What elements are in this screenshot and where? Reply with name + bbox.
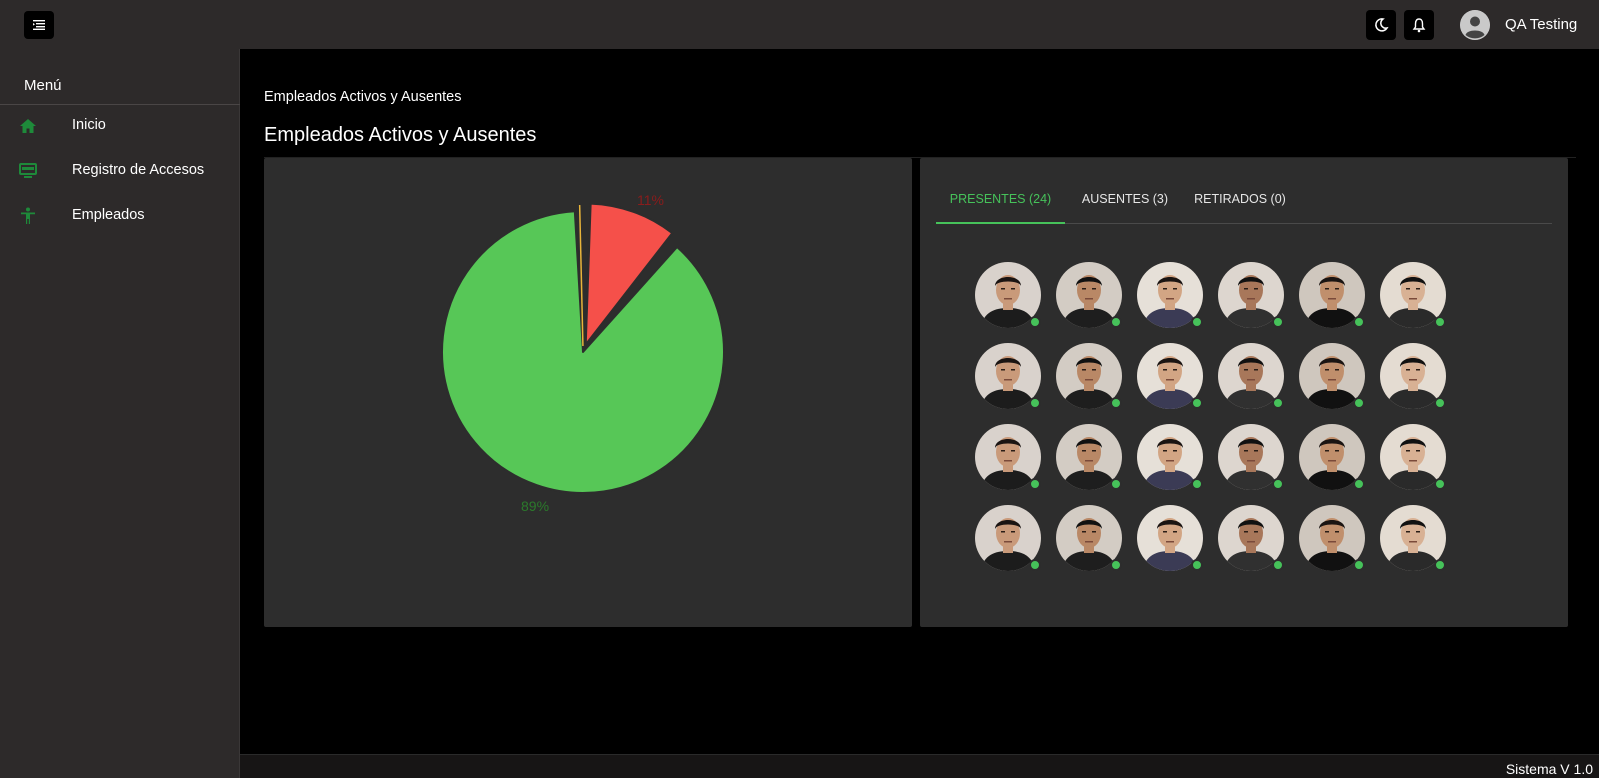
sidebar-title: Menú (24, 77, 62, 94)
employee-avatar[interactable] (1218, 505, 1284, 571)
online-status-indicator (1434, 316, 1446, 328)
employee-avatar[interactable] (1056, 343, 1122, 409)
employee-avatar[interactable] (975, 424, 1041, 490)
online-status-indicator (1029, 397, 1041, 409)
sidebar: Menú Inicio Registro de Accesos Empleado… (0, 49, 240, 778)
tab-ausentes[interactable]: AUSENTES (3) (1073, 180, 1177, 224)
online-status-indicator (1110, 397, 1122, 409)
employee-avatar[interactable] (1299, 424, 1365, 490)
employee-avatar[interactable] (1380, 424, 1446, 490)
moon-icon (1375, 18, 1389, 32)
employee-avatar[interactable] (1137, 424, 1203, 490)
online-status-indicator (1191, 397, 1203, 409)
employee-avatar[interactable] (1137, 505, 1203, 571)
employee-avatar[interactable] (1056, 424, 1122, 490)
online-status-indicator (1029, 559, 1041, 571)
employee-avatar[interactable] (975, 505, 1041, 571)
monitor-icon (19, 163, 37, 178)
top-bar: QA Testing (0, 0, 1599, 49)
page-title: Empleados Activos y Ausentes (264, 124, 537, 146)
tab-presentes[interactable]: PRESENTES (24) (936, 180, 1065, 224)
sidebar-item-label: Registro de Accesos (72, 162, 205, 178)
online-status-indicator (1353, 559, 1365, 571)
status-tabs: PRESENTES (24) AUSENTES (3) RETIRADOS (0… (936, 180, 1552, 224)
dark-mode-toggle-button[interactable] (1366, 10, 1396, 40)
version-label: Sistema V 1.0 (1505, 761, 1593, 777)
online-status-indicator (1272, 478, 1284, 490)
online-status-indicator (1110, 316, 1122, 328)
attendance-chart-panel: 11% 89% (264, 158, 912, 627)
employee-avatar[interactable] (1056, 505, 1122, 571)
sidebar-item-empleados[interactable]: Empleados (0, 196, 240, 236)
online-status-indicator (1191, 559, 1203, 571)
employee-avatar[interactable] (1218, 343, 1284, 409)
employee-avatar[interactable] (1299, 505, 1365, 571)
person-icon (21, 207, 35, 224)
breadcrumb: Empleados Activos y Ausentes (264, 89, 462, 105)
notifications-button[interactable] (1404, 10, 1434, 40)
employee-avatar[interactable] (1380, 505, 1446, 571)
online-status-indicator (1353, 478, 1365, 490)
bell-icon (1412, 18, 1426, 33)
employee-avatar[interactable] (1056, 262, 1122, 328)
online-status-indicator (1272, 397, 1284, 409)
pie-slice-presentes[interactable] (441, 210, 725, 494)
online-status-indicator (1029, 478, 1041, 490)
online-status-indicator (1191, 316, 1203, 328)
online-status-indicator (1110, 478, 1122, 490)
employee-avatar[interactable] (1299, 262, 1365, 328)
sidebar-divider (0, 104, 240, 105)
online-status-indicator (1434, 559, 1446, 571)
footer: Sistema V 1.0 (240, 754, 1599, 778)
employee-avatar[interactable] (1137, 343, 1203, 409)
user-name[interactable]: QA Testing (1505, 16, 1577, 33)
sidebar-item-label: Empleados (72, 207, 145, 223)
employee-avatar[interactable] (1137, 262, 1203, 328)
online-status-indicator (1110, 559, 1122, 571)
online-status-indicator (1191, 478, 1203, 490)
employee-avatar[interactable] (1218, 262, 1284, 328)
pie-label-presentes: 89% (521, 498, 550, 514)
employees-panel: PRESENTES (24) AUSENTES (3) RETIRADOS (0… (920, 158, 1568, 627)
online-status-indicator (1272, 316, 1284, 328)
online-status-indicator (1434, 478, 1446, 490)
employee-avatar[interactable] (975, 343, 1041, 409)
online-status-indicator (1029, 316, 1041, 328)
online-status-indicator (1434, 397, 1446, 409)
sidebar-item-inicio[interactable]: Inicio (0, 106, 240, 146)
pie-label-ausentes: 11% (637, 192, 664, 208)
employee-avatar[interactable] (1380, 262, 1446, 328)
user-icon (1460, 10, 1490, 40)
employee-avatar[interactable] (1218, 424, 1284, 490)
sidebar-item-registro-de-accesos[interactable]: Registro de Accesos (0, 151, 240, 191)
menu-toggle-button[interactable] (24, 11, 54, 39)
employee-avatar[interactable] (1299, 343, 1365, 409)
sidebar-item-label: Inicio (72, 117, 106, 133)
online-status-indicator (1272, 559, 1284, 571)
home-icon (20, 119, 36, 133)
tab-retirados[interactable]: RETIRADOS (0) (1185, 180, 1295, 224)
online-status-indicator (1353, 316, 1365, 328)
employee-avatar[interactable] (975, 262, 1041, 328)
online-status-indicator (1353, 397, 1365, 409)
user-avatar[interactable] (1460, 10, 1490, 40)
attendance-pie-chart (441, 202, 725, 494)
employee-avatar[interactable] (1380, 343, 1446, 409)
menu-icon (33, 20, 45, 30)
